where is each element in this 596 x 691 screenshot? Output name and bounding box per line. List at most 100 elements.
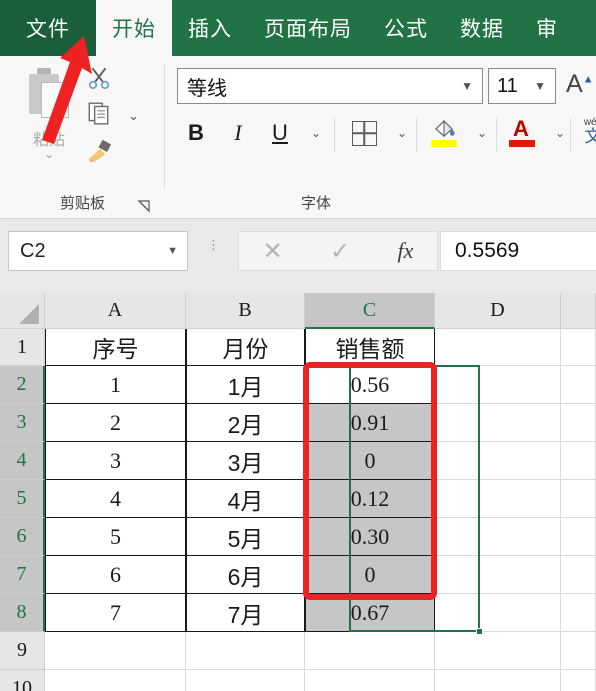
- cell-C1[interactable]: 销售额: [305, 329, 435, 366]
- row-header-3[interactable]: 3: [0, 404, 45, 442]
- insert-function-button[interactable]: fx: [397, 238, 413, 264]
- cell-C10[interactable]: [305, 670, 435, 691]
- cell-E5[interactable]: [561, 480, 596, 518]
- cell-C6[interactable]: 0.30: [305, 518, 435, 556]
- tab-home[interactable]: 开始: [96, 0, 172, 56]
- underline-button[interactable]: U: [264, 114, 296, 152]
- name-box-chevron-down-icon[interactable]: ▼: [167, 245, 187, 257]
- font-size-chevron-down-icon[interactable]: ▼: [534, 79, 555, 93]
- column-header-b[interactable]: B: [186, 293, 305, 329]
- column-header-d[interactable]: D: [435, 293, 561, 329]
- cell-B2[interactable]: 1月: [186, 366, 305, 404]
- tab-formulas[interactable]: 公式: [368, 0, 444, 56]
- cell-A8[interactable]: 7: [45, 594, 186, 632]
- cut-button[interactable]: [86, 64, 116, 92]
- enter-formula-button[interactable]: ✓: [330, 237, 350, 266]
- cell-A5[interactable]: 4: [45, 480, 186, 518]
- cell-E7[interactable]: [561, 556, 596, 594]
- cell-A1[interactable]: 序号: [45, 329, 186, 366]
- cell-C7[interactable]: 0: [305, 556, 435, 594]
- cell-B7[interactable]: 6月: [186, 556, 305, 594]
- column-header-c[interactable]: C: [305, 293, 435, 329]
- cell-A9[interactable]: [45, 632, 186, 670]
- fill-handle[interactable]: [476, 628, 483, 635]
- font-name-combobox[interactable]: 等线 ▼: [177, 68, 483, 104]
- italic-button[interactable]: I: [222, 114, 254, 152]
- font-color-chevron-down-icon[interactable]: ⌄: [544, 114, 576, 152]
- row-header-1[interactable]: 1: [0, 329, 45, 366]
- fill-color-chevron-down-icon[interactable]: ⌄: [466, 114, 498, 152]
- cell-A6[interactable]: 5: [45, 518, 186, 556]
- cell-B5[interactable]: 4月: [186, 480, 305, 518]
- row-header-4[interactable]: 4: [0, 442, 45, 480]
- increase-font-size-button[interactable]: A▲: [566, 70, 594, 99]
- cell-C2[interactable]: 0.56: [305, 366, 435, 404]
- column-header-e[interactable]: [561, 293, 596, 329]
- row-header-7[interactable]: 7: [0, 556, 45, 594]
- row-header-9[interactable]: 9: [0, 632, 45, 670]
- borders-chevron-down-icon[interactable]: ⌄: [386, 114, 418, 152]
- row-header-6[interactable]: 6: [0, 518, 45, 556]
- tab-data[interactable]: 数据: [444, 0, 520, 56]
- cell-D8[interactable]: [435, 594, 561, 632]
- chevron-down-icon[interactable]: ⌄: [44, 148, 54, 160]
- cell-A3[interactable]: 2: [45, 404, 186, 442]
- cell-C9[interactable]: [305, 632, 435, 670]
- tab-review[interactable]: 审: [520, 0, 574, 56]
- cell-B9[interactable]: [186, 632, 305, 670]
- row-header-8[interactable]: 8: [0, 594, 45, 632]
- copy-button[interactable]: [86, 100, 116, 128]
- cell-D4[interactable]: [435, 442, 561, 480]
- cell-E3[interactable]: [561, 404, 596, 442]
- cell-D2[interactable]: [435, 366, 561, 404]
- cell-A4[interactable]: 3: [45, 442, 186, 480]
- cell-E8[interactable]: [561, 594, 596, 632]
- cell-A2[interactable]: 1: [45, 366, 186, 404]
- select-all-corner[interactable]: [0, 293, 45, 329]
- cell-B4[interactable]: 3月: [186, 442, 305, 480]
- cell-B3[interactable]: 2月: [186, 404, 305, 442]
- cell-B10[interactable]: [186, 670, 305, 691]
- cell-B6[interactable]: 5月: [186, 518, 305, 556]
- cell-D3[interactable]: [435, 404, 561, 442]
- underline-chevron-down-icon[interactable]: ⌄: [300, 114, 332, 152]
- font-size-combobox[interactable]: 11 ▼: [488, 68, 556, 104]
- bold-button[interactable]: B: [180, 114, 212, 152]
- cell-C4[interactable]: 0: [305, 442, 435, 480]
- cell-D6[interactable]: [435, 518, 561, 556]
- cell-E2[interactable]: [561, 366, 596, 404]
- cell-B8[interactable]: 7月: [186, 594, 305, 632]
- font-color-button[interactable]: A: [506, 114, 538, 152]
- tab-insert[interactable]: 插入: [172, 0, 248, 56]
- row-header-5[interactable]: 5: [0, 480, 45, 518]
- formula-bar-drag-handle[interactable]: ⋮: [207, 238, 220, 251]
- formula-input[interactable]: 0.5569: [440, 231, 596, 271]
- borders-button[interactable]: [348, 114, 380, 152]
- cell-E9[interactable]: [561, 632, 596, 670]
- phonetic-guide-button[interactable]: wén 文: [576, 118, 596, 146]
- cell-E10[interactable]: [561, 670, 596, 691]
- format-painter-button[interactable]: [86, 138, 116, 166]
- tab-page-layout[interactable]: 页面布局: [248, 0, 368, 56]
- tab-file[interactable]: 文件: [0, 0, 96, 56]
- cell-C8[interactable]: 0.67: [305, 594, 435, 632]
- cancel-formula-button[interactable]: ✕: [263, 237, 283, 266]
- cell-D10[interactable]: [435, 670, 561, 691]
- cell-E6[interactable]: [561, 518, 596, 556]
- cell-E4[interactable]: [561, 442, 596, 480]
- name-box[interactable]: C2 ▼: [8, 231, 188, 271]
- fill-color-button[interactable]: [428, 114, 460, 152]
- cell-A10[interactable]: [45, 670, 186, 691]
- copy-options-chevron-down-icon[interactable]: ⌄: [128, 108, 139, 124]
- cell-B1[interactable]: 月份: [186, 329, 305, 366]
- cell-D7[interactable]: [435, 556, 561, 594]
- cell-C3[interactable]: 0.91: [305, 404, 435, 442]
- cell-C5[interactable]: 0.12: [305, 480, 435, 518]
- row-header-10[interactable]: 10: [0, 670, 45, 691]
- cell-E1[interactable]: [561, 329, 596, 366]
- font-name-chevron-down-icon[interactable]: ▼: [461, 79, 482, 93]
- cell-D1[interactable]: [435, 329, 561, 366]
- cell-A7[interactable]: 6: [45, 556, 186, 594]
- paste-button[interactable]: 粘贴 ⌄: [18, 62, 80, 170]
- row-header-2[interactable]: 2: [0, 366, 45, 404]
